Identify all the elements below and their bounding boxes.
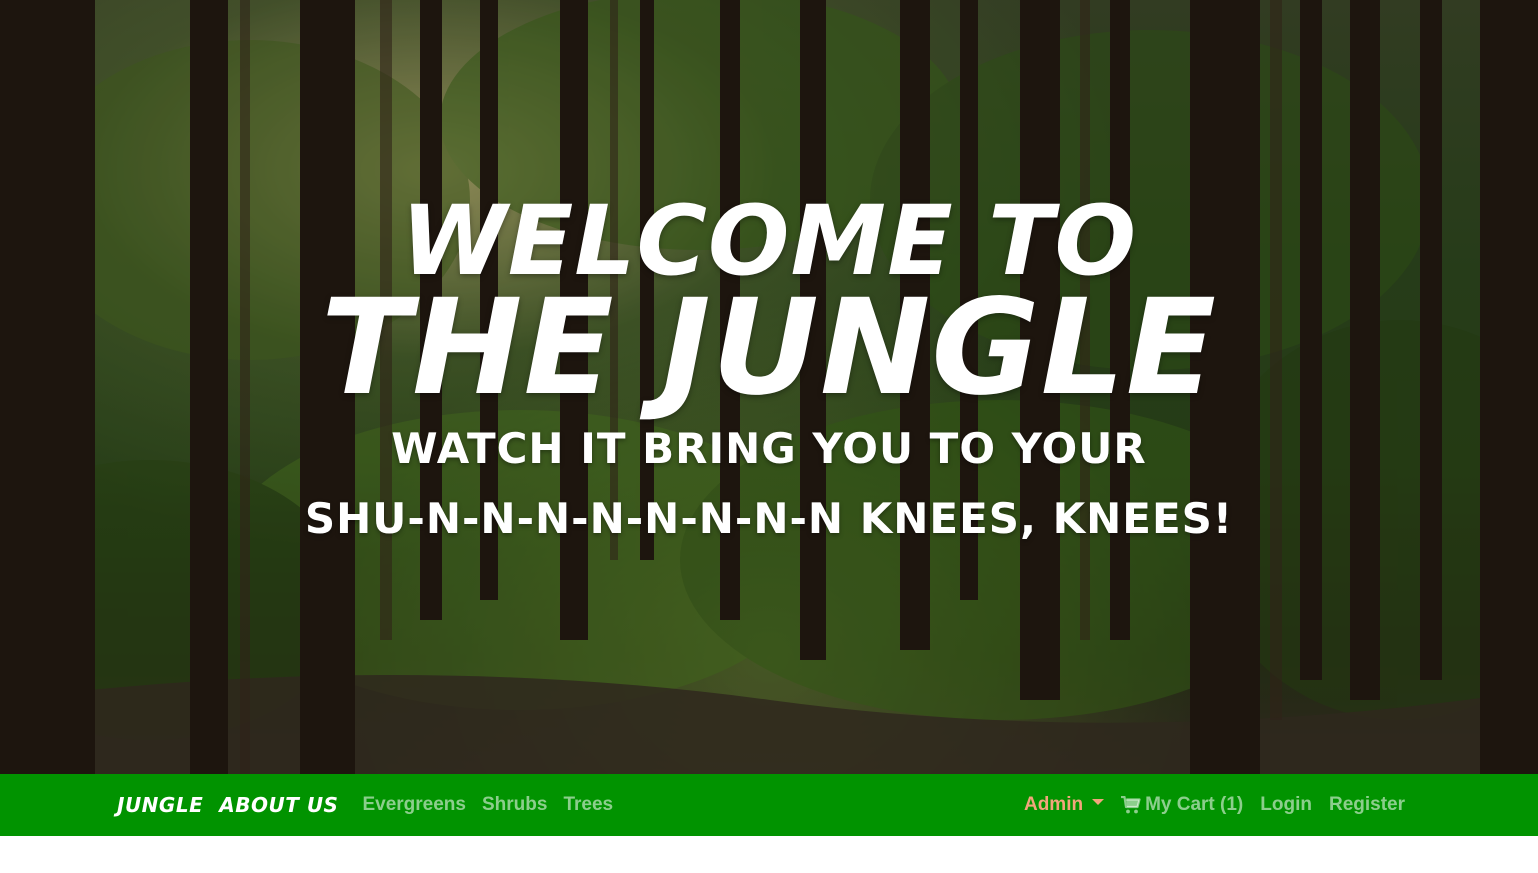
caret-down-icon [1092,799,1105,805]
hero-text: WELCOME TO THE JUNGLE WATCH IT BRING YOU… [0,0,1538,774]
hero-title-line2: THE JUNGLE [320,271,1218,425]
my-cart-label: My Cart (1) [1145,794,1244,815]
login-link[interactable]: Login [1260,794,1312,816]
nav-category-trees[interactable]: Trees [563,794,613,816]
nav-left: JUNGLE ABOUT US Evergreens Shrubs Trees [117,774,629,836]
nav-category-evergreens[interactable]: Evergreens [362,794,466,816]
my-cart-link[interactable]: My Cart (1) [1121,794,1243,816]
nav-category-shrubs[interactable]: Shrubs [482,794,547,816]
hero-banner: WELCOME TO THE JUNGLE WATCH IT BRING YOU… [0,0,1538,774]
shopping-cart-icon [1121,796,1141,814]
main-navbar: JUNGLE ABOUT US Evergreens Shrubs Trees … [0,774,1538,836]
admin-label: Admin [1023,794,1084,815]
hero-subtitle-line1: WATCH IT BRING YOU TO YOUR [391,424,1147,473]
hero-subtitle-line2: SHU-N-N-N-N-N-N-N-N KNEES, KNEES! [304,494,1234,543]
about-us-link[interactable]: ABOUT US [219,793,338,817]
brand-link[interactable]: JUNGLE [117,793,203,817]
admin-dropdown[interactable]: Admin [1023,794,1105,816]
register-link[interactable]: Register [1329,794,1405,816]
nav-right: Admin My Cart (1) Login Register [1007,774,1405,836]
